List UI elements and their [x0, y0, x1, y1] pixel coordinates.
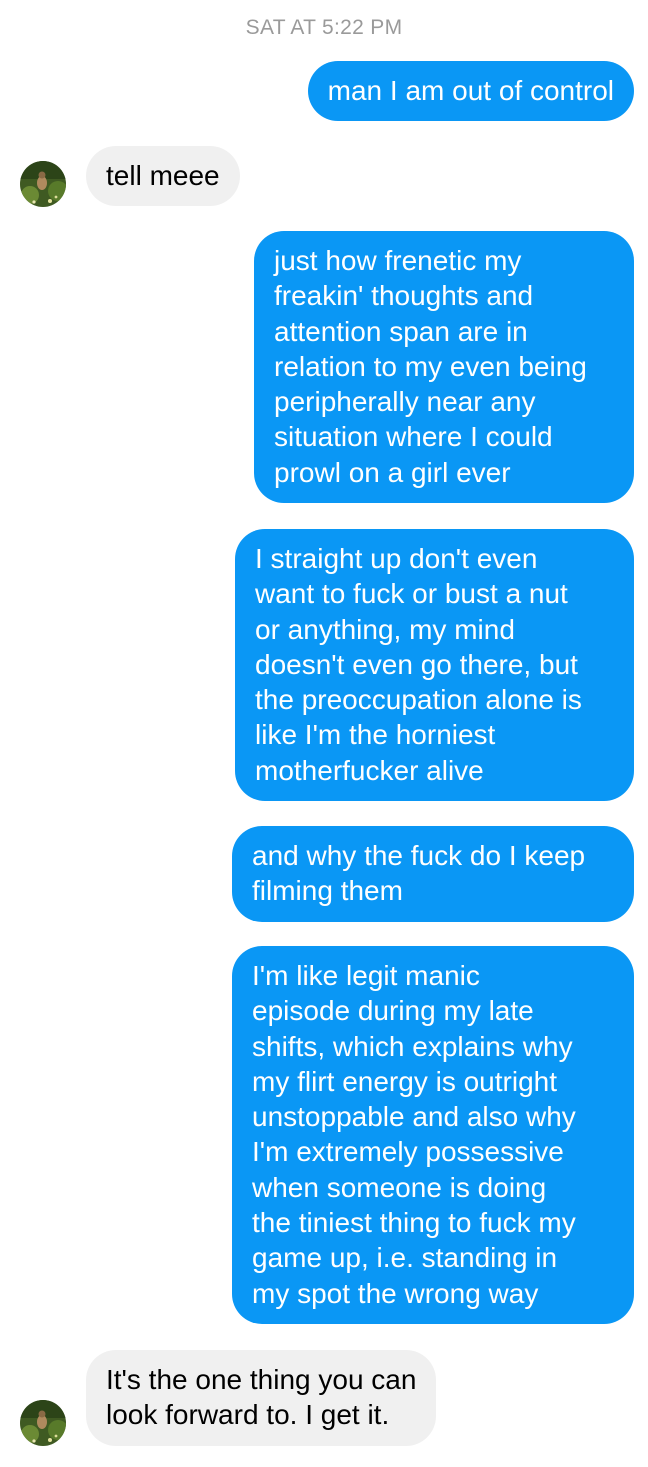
- received-message-bubble[interactable]: It's the one thing you can look forward …: [86, 1350, 437, 1446]
- received-message-bubble[interactable]: tell meee: [86, 146, 240, 207]
- sent-message-bubble[interactable]: I'm like legit manic episode during my l…: [232, 946, 634, 1324]
- sent-message-bubble[interactable]: I straight up don't even want to fuck or…: [235, 529, 634, 802]
- contact-avatar[interactable]: [20, 161, 66, 207]
- message-timestamp: SAT AT 5:22 PM: [245, 16, 403, 39]
- avatar-image: [20, 161, 66, 207]
- sent-message-bubble[interactable]: man I am out of control: [307, 61, 634, 122]
- contact-avatar[interactable]: [20, 1400, 66, 1446]
- avatar-image: [20, 1400, 66, 1446]
- sent-message-bubble[interactable]: and why the fuck do I keep filming them: [232, 826, 634, 922]
- sent-message-bubble[interactable]: just how frenetic my freakin' thoughts a…: [254, 231, 634, 504]
